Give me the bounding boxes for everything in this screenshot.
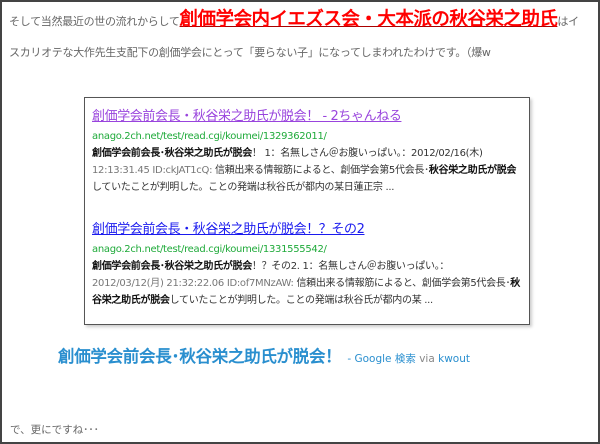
snippet: 信頼出来る情報筋によると、創価学会第5代会長･ (293, 278, 511, 289)
snippet: ！ 1：名無しさん＠お腹いっぱい。：2012/02/16(木) (251, 148, 483, 159)
intro-text: そして当然最近の世の流れからして (9, 15, 180, 28)
search-result: 創価学会前会長・秋谷栄之助氏が脱会！？その2 anago.2ch.net/tes… (92, 219, 524, 309)
snippet: していたことが判明した。ことの発端は秋谷氏が都内の某 ... (169, 295, 434, 306)
search-result: 創価学会前会長・秋谷栄之助氏が脱会！ - 2ちゃんねる anago.2ch.ne… (92, 106, 524, 196)
caption-title-link[interactable]: 創価学会前会長･秋谷栄之助氏が脱会！ (58, 347, 342, 366)
snippet-timestamp: 2012/03/12(月) 21:32:22.06 ID:of7MNzAW: (92, 278, 294, 289)
kwout-link[interactable]: kwout (438, 353, 470, 365)
snippet-bold: 創価学会前会長･秋谷栄之助氏が脱会 (92, 148, 252, 159)
caption-source-link[interactable]: - Google 検索 (347, 353, 416, 365)
highlight-link[interactable]: 創価学会内イエズス会・大本派の秋谷栄之助氏 (180, 9, 558, 30)
result-url: anago.2ch.net/test/read.cgi/koumei/13315… (92, 244, 327, 255)
result-url: anago.2ch.net/test/read.cgi/koumei/13293… (92, 131, 327, 142)
outro-text: で、更にですね･･･ (10, 424, 99, 436)
snippet: 信頼出来る情報筋によると、創価学会第5代会長･ (212, 165, 429, 176)
intro-paragraph: そして当然最近の世の流れからして創価学会内イエズス会・大本派の秋谷栄之助氏はイス… (9, 4, 589, 68)
clip-caption: 創価学会前会長･秋谷栄之助氏が脱会！ - Google 検索 via kwout (58, 343, 470, 367)
snippet: していたことが判明した。ことの発端は秋谷氏が都内の某日蓮正宗 ... (92, 182, 395, 193)
snippet-bold: 創価学会前会長･秋谷栄之助氏が脱会 (92, 261, 252, 272)
result-title-link[interactable]: 創価学会前会長・秋谷栄之助氏が脱会！ - 2ちゃんねる (92, 106, 524, 128)
snippet-bold: 秋谷栄之助氏が脱会 (428, 165, 517, 176)
search-results-clip: 創価学会前会長・秋谷栄之助氏が脱会！ - 2ちゃんねる anago.2ch.ne… (84, 97, 530, 325)
snippet-timestamp: 12:13:31.45 ID:ckJAT1cQ: (92, 165, 213, 176)
result-title-link[interactable]: 創価学会前会長・秋谷栄之助氏が脱会！？その2 (92, 219, 524, 241)
snippet: ！？その2. 1：名無しさん＠お腹いっぱい。： (251, 261, 450, 272)
caption-via: via (419, 353, 435, 365)
